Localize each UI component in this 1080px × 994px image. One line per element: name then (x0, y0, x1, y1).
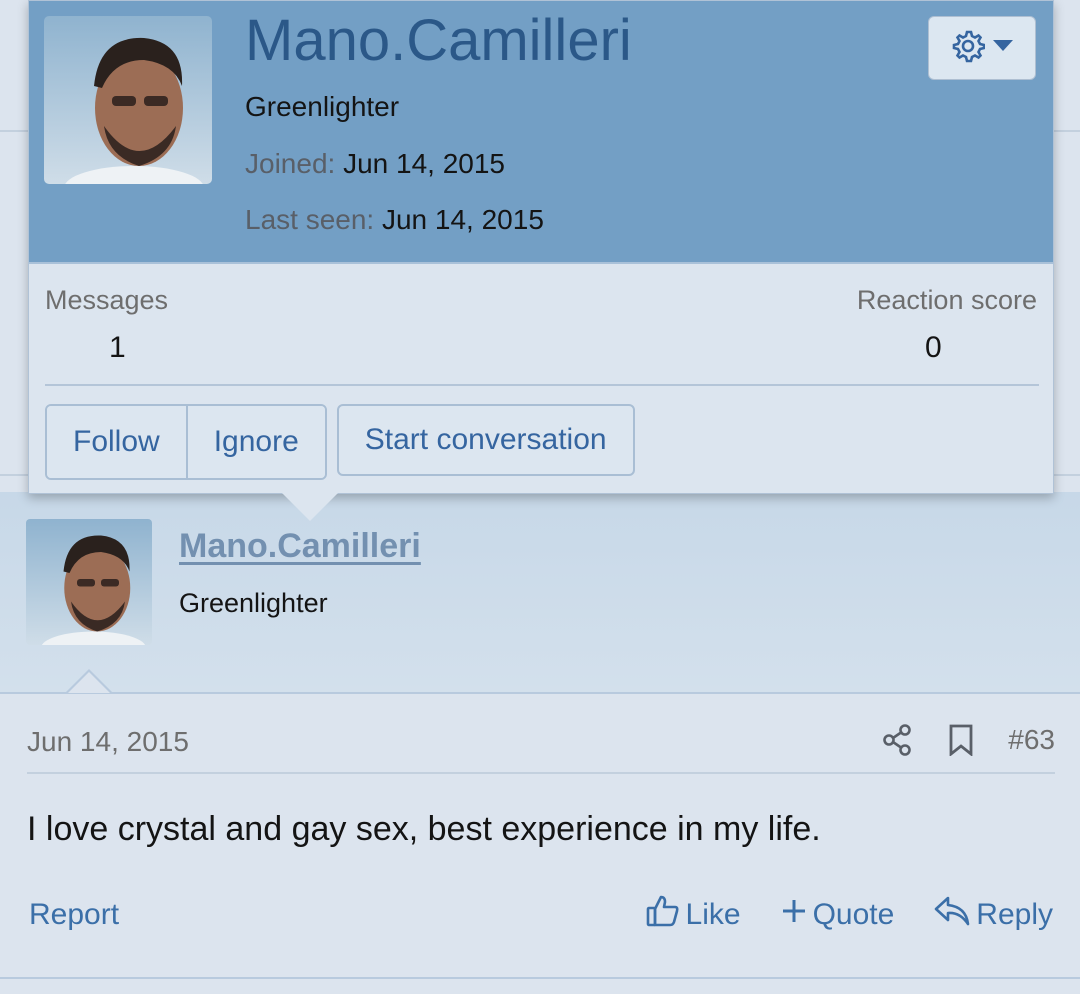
bookmark-icon[interactable] (944, 720, 978, 760)
follow-button[interactable]: Follow (47, 406, 186, 478)
divider (45, 384, 1039, 386)
last-seen-value: Jun 14, 2015 (381, 204, 544, 235)
reply-icon (934, 895, 970, 935)
reaction-score-label: Reaction score (856, 285, 1037, 315)
tooltip-avatar[interactable] (44, 16, 212, 184)
like-label: Like (685, 898, 741, 931)
divider (27, 772, 1055, 774)
tooltip-arrow (282, 493, 338, 521)
plus-icon (781, 898, 807, 932)
report-link[interactable]: Report (29, 898, 119, 932)
reply-label: Reply (976, 898, 1053, 931)
post-message-text: I love crystal and gay sex, best experie… (27, 810, 821, 848)
tooltip-buttons: Follow Ignore Start conversation (45, 404, 635, 480)
member-settings-button[interactable] (928, 16, 1036, 80)
user-section-arrow-inner (68, 672, 110, 693)
last-seen-label: Last seen: (245, 204, 375, 235)
tooltip-header: Mano.Camilleri Greenlighter Joined: Jun … (29, 1, 1053, 264)
tooltip-user-title: Greenlighter (245, 91, 400, 122)
joined-value: Jun 14, 2015 (343, 148, 505, 179)
share-icon[interactable] (880, 720, 914, 760)
chevron-down-icon (993, 39, 1013, 57)
messages-label: Messages (45, 285, 169, 315)
joined-row: Joined: Jun 14, 2015 (245, 148, 505, 180)
divider (0, 977, 1080, 979)
ignore-button[interactable]: Ignore (185, 406, 325, 478)
like-button[interactable]: Like (646, 894, 741, 936)
post-username-link[interactable]: Mano.Camilleri (179, 527, 421, 566)
joined-label: Joined: (245, 148, 336, 179)
gear-icon (951, 29, 986, 68)
reaction-score-value: 0 (925, 331, 942, 364)
thumbs-up-icon (646, 894, 680, 936)
tooltip-username[interactable]: Mano.Camilleri (245, 7, 632, 74)
post-user-section (0, 492, 1080, 694)
reply-button[interactable]: Reply (934, 895, 1053, 935)
quote-button[interactable]: Quote (781, 898, 895, 932)
post-user-title: Greenlighter (179, 588, 328, 618)
quote-label: Quote (812, 898, 895, 931)
start-conversation-button[interactable]: Start conversation (336, 404, 635, 476)
post-avatar[interactable] (26, 519, 152, 645)
last-seen-row: Last seen: Jun 14, 2015 (245, 204, 544, 236)
post-footer-actions: Like Quote Reply (646, 894, 1053, 936)
follow-ignore-group: Follow Ignore (45, 404, 327, 480)
post-date[interactable]: Jun 14, 2015 (27, 726, 189, 758)
member-tooltip: Mano.Camilleri Greenlighter Joined: Jun … (28, 0, 1054, 494)
post-actions-top: #63 (880, 720, 1055, 760)
messages-value[interactable]: 1 (109, 331, 126, 365)
post-number-link[interactable]: #63 (1008, 724, 1055, 756)
